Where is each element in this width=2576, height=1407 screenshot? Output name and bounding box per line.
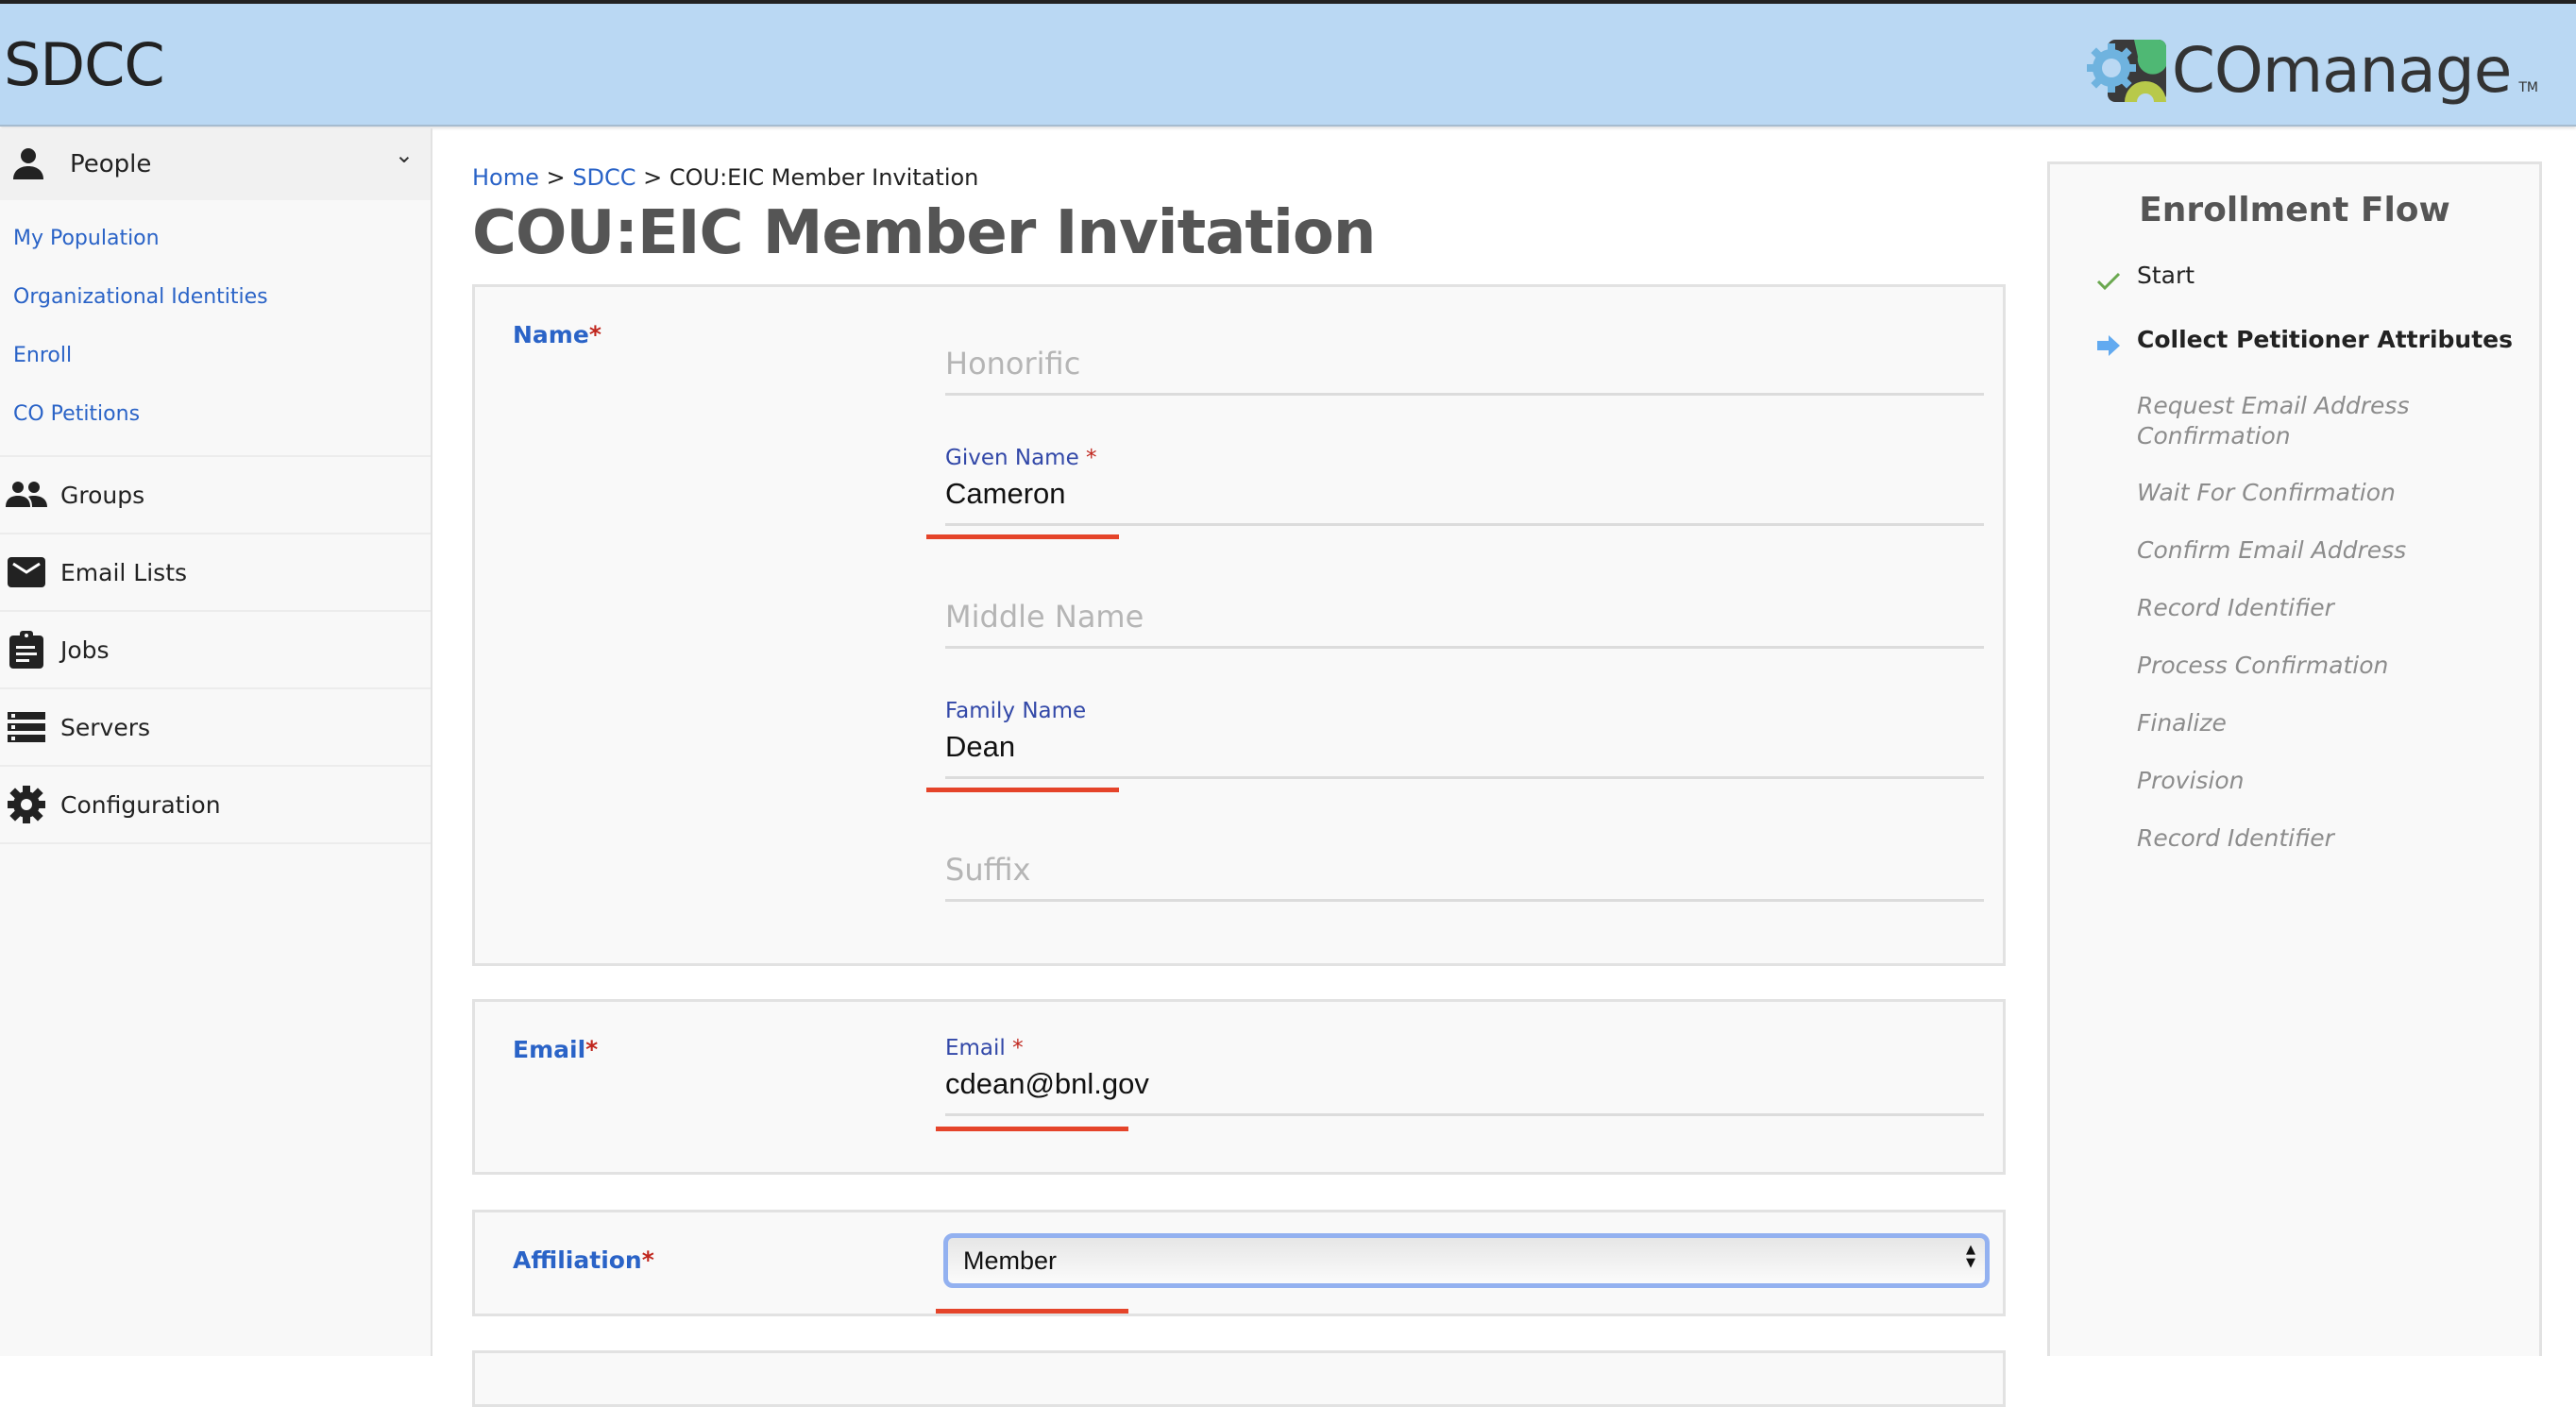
sidebar-item-label: Jobs — [60, 636, 110, 664]
required-asterisk: * — [1086, 446, 1097, 470]
email-section-label: Email* — [513, 1036, 599, 1063]
field-underline — [945, 899, 1984, 902]
breadcrumb-separator: > — [636, 164, 669, 191]
field-underline — [945, 776, 1984, 779]
next-section — [472, 1350, 2006, 1407]
affiliation-section: Affiliation* Member ▲ ▼ — [472, 1210, 2006, 1316]
sidebar-item-groups[interactable]: Groups — [0, 457, 431, 534]
name-section-label: Name* — [513, 321, 602, 348]
affiliation-section-label: Affiliation* — [513, 1246, 654, 1274]
breadcrumb-current: COU:EIC Member Invitation — [669, 164, 979, 191]
flow-step-confirm-email-address: Confirm Email Address — [2137, 536, 2407, 564]
gear-icon — [8, 786, 45, 823]
sidebar-link-enroll[interactable]: Enroll — [13, 327, 431, 385]
family-name-focus-indicator — [926, 788, 1119, 792]
sidebar-link-my-population[interactable]: My Population — [13, 210, 431, 268]
field-underline — [945, 1113, 1984, 1116]
sidebar-item-jobs[interactable]: Jobs — [0, 612, 431, 689]
trademark-mark: TM — [2518, 79, 2538, 95]
arrow-right-icon — [2097, 335, 2120, 356]
flow-step-wait-for-confirmation: Wait For Confirmation — [2137, 479, 2396, 506]
required-asterisk: * — [1012, 1036, 1024, 1060]
select-arrows-icon: ▲ ▼ — [1966, 1243, 1975, 1270]
gears-logo-icon — [2086, 39, 2166, 104]
flow-step-provision: Provision — [2137, 767, 2245, 794]
field-underline — [945, 646, 1984, 649]
field-underline — [945, 393, 1984, 396]
flow-step-record-identifier: Record Identifier — [2137, 594, 2334, 621]
middle-name-field[interactable]: Middle Name — [945, 597, 1984, 649]
enrollment-flow-panel: Enrollment Flow Start Collect Petitioner… — [2047, 161, 2542, 1356]
required-asterisk: * — [585, 1036, 599, 1063]
email-field-label: Email * — [945, 1036, 1024, 1060]
given-name-input[interactable]: Cameron — [945, 474, 1984, 514]
suffix-placeholder: Suffix — [945, 852, 1031, 888]
email-field[interactable]: Email * cdean@bnl.gov — [945, 1036, 1984, 1116]
sidebar-item-label: People — [70, 150, 152, 178]
app-header: SDCC COmanage TM — [0, 4, 2576, 127]
breadcrumb-separator: > — [538, 164, 573, 191]
given-name-label: Given Name * — [945, 446, 1097, 470]
check-icon — [2096, 272, 2121, 291]
family-name-input[interactable]: Dean — [945, 727, 1984, 767]
email-input[interactable]: cdean@bnl.gov — [945, 1064, 1984, 1104]
sidebar-item-email-lists[interactable]: Email Lists — [0, 534, 431, 612]
sidebar: People ⌄ My Population Organizational Id… — [0, 128, 432, 1356]
groups-icon — [6, 482, 47, 507]
sidebar-item-label: Servers — [60, 713, 151, 741]
people-submenu: My Population Organizational Identities … — [0, 200, 431, 457]
given-name-focus-indicator — [926, 534, 1119, 539]
given-name-field[interactable]: Given Name * Cameron — [945, 446, 1984, 526]
logo-text: COmanage — [2171, 34, 2513, 107]
required-asterisk: * — [641, 1246, 654, 1274]
site-title[interactable]: SDCC — [4, 30, 165, 99]
person-icon — [13, 148, 43, 179]
sidebar-link-organizational-identities[interactable]: Organizational Identities — [13, 268, 431, 327]
chevron-down-icon[interactable]: ⌄ — [395, 142, 414, 168]
breadcrumb: Home > SDCC > COU:EIC Member Invitation — [472, 164, 978, 191]
envelope-icon — [8, 557, 45, 587]
affiliation-select[interactable]: Member ▲ ▼ — [943, 1233, 1990, 1288]
affiliation-selected-value: Member — [963, 1246, 1058, 1275]
email-section: Email* Email * cdean@bnl.gov — [472, 999, 2006, 1175]
flow-step-start: Start — [2137, 262, 2195, 289]
server-icon — [8, 712, 45, 742]
breadcrumb-home[interactable]: Home — [472, 164, 539, 191]
flow-step-record-identifier-2: Record Identifier — [2137, 824, 2334, 852]
sidebar-item-servers[interactable]: Servers — [0, 689, 431, 767]
flow-step-request-email-confirmation: Request Email Address Confirmation — [2137, 392, 2410, 449]
family-name-label: Family Name — [945, 699, 1087, 723]
sidebar-item-people[interactable]: People ⌄ — [0, 128, 431, 200]
field-underline — [945, 523, 1984, 526]
suffix-field[interactable]: Suffix — [945, 850, 1984, 902]
required-asterisk: * — [588, 321, 602, 348]
honorific-placeholder: Honorific — [945, 346, 1081, 381]
sidebar-item-label: Email Lists — [60, 558, 188, 586]
honorific-field[interactable]: Honorific — [945, 344, 1984, 396]
sidebar-link-co-petitions[interactable]: CO Petitions — [13, 385, 431, 444]
enrollment-flow-title: Enrollment Flow — [2139, 191, 2450, 229]
sidebar-item-label: Groups — [60, 481, 145, 509]
page-title: COU:EIC Member Invitation — [472, 198, 1376, 268]
flow-step-process-confirmation: Process Confirmation — [2137, 652, 2389, 679]
flow-step-collect-petitioner-attributes: Collect Petitioner Attributes — [2137, 326, 2513, 353]
clipboard-icon — [9, 631, 43, 669]
flow-step-finalize: Finalize — [2137, 709, 2227, 737]
name-section: Name* Honorific Given Name * Cameron Mid… — [472, 284, 2006, 966]
sidebar-item-configuration[interactable]: Configuration — [0, 767, 431, 844]
family-name-field[interactable]: Family Name Dean — [945, 699, 1984, 779]
email-focus-indicator — [936, 1127, 1128, 1131]
affiliation-focus-indicator — [936, 1309, 1128, 1314]
middle-name-placeholder: Middle Name — [945, 599, 1144, 635]
breadcrumb-sdcc[interactable]: SDCC — [572, 164, 636, 191]
sidebar-item-label: Configuration — [60, 790, 221, 819]
comanage-logo[interactable]: COmanage TM — [2086, 34, 2538, 107]
